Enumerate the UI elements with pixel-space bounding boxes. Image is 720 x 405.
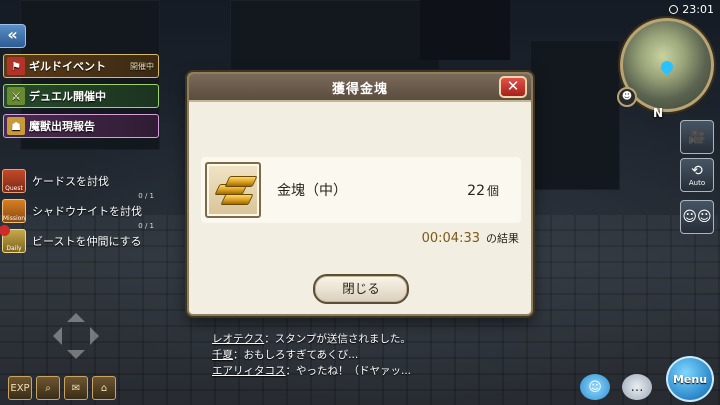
close-button[interactable]: ✕ xyxy=(499,76,527,98)
camera-icon: 🎥 xyxy=(688,129,706,145)
banner-duel[interactable]: ⚔ デュエル開催中 xyxy=(3,84,159,108)
north-indicator: N xyxy=(653,106,664,120)
chat-line: エアリィタコス：やったね！（ドヤァッ... xyxy=(212,363,411,378)
elapsed-time-line: 00:04:33 の結果 xyxy=(422,230,519,246)
menu-label: Menu xyxy=(672,372,708,386)
chat-line: 千夏：おもしろすぎてあくび... xyxy=(212,347,358,362)
chat-name[interactable]: 千夏 xyxy=(212,349,233,361)
banner-tag: 開催中 xyxy=(130,61,154,71)
search-icon: ⌕ xyxy=(45,382,51,394)
daily-icon: Daily xyxy=(0,225,26,253)
quest-label: ケードスを討伐 xyxy=(32,175,109,188)
daily-item[interactable]: Daily ビーストを仲間にする xyxy=(0,225,160,254)
gold-bars-icon xyxy=(205,162,261,218)
guild-event-icon: ⚑ xyxy=(7,57,25,75)
banner-label: デュエル開催中 xyxy=(29,90,106,103)
gold-bar xyxy=(224,176,258,187)
exp-button[interactable]: EXP xyxy=(8,376,32,400)
auto-button[interactable]: ⟲ Auto xyxy=(680,158,714,192)
item-name: 金塊（中） xyxy=(277,183,347,199)
virtual-joystick[interactable] xyxy=(48,308,104,364)
friends-button[interactable]: ☺ xyxy=(580,374,610,400)
arrow-left-icon xyxy=(44,327,62,345)
chat-name[interactable]: エアリィタコス xyxy=(212,365,286,377)
party-button[interactable]: ☺☺ xyxy=(680,200,714,234)
banner-label: 魔獣出現報告 xyxy=(29,120,95,133)
arrow-down-icon xyxy=(67,350,85,368)
camera-button[interactable]: 🎥 xyxy=(680,120,714,154)
chat-message: ：おもしろすぎてあくび... xyxy=(233,349,359,361)
beast-report-icon: ☗ xyxy=(7,117,25,135)
result-suffix: の結果 xyxy=(486,232,519,245)
banner-label: ギルドイベント xyxy=(29,60,106,73)
close-icon: ✕ xyxy=(506,77,520,95)
elapsed-time: 00:04:33 xyxy=(421,231,480,246)
reward-dialog: 獲得金塊 ✕ 金塊（中） 22 個 00:04:33 の結果 閉じる xyxy=(187,72,533,316)
quest-icon: Quest xyxy=(2,169,26,193)
notification-badge xyxy=(0,225,10,236)
chat-message: ：やったね！（ドヤァッ... xyxy=(285,365,412,377)
scroll-icon: ✉ xyxy=(71,382,81,394)
chat-button[interactable]: … xyxy=(622,374,652,400)
clock: 23:01 xyxy=(669,3,714,16)
mission-icon: Mission xyxy=(2,199,26,223)
castle-button[interactable]: ⌂ xyxy=(92,376,116,400)
quantity-value: 22 xyxy=(467,182,485,199)
banner-guild-event[interactable]: ⚑ ギルドイベント 開催中 xyxy=(3,54,159,78)
item-quantity: 22 個 xyxy=(467,182,499,199)
dialog-header: 獲得金塊 xyxy=(189,74,531,102)
scroll-button[interactable]: ✉ xyxy=(64,376,88,400)
double-chevron-left-icon: « xyxy=(7,25,18,44)
auto-label: Auto xyxy=(688,179,706,187)
arrow-right-icon xyxy=(90,327,108,345)
close-dialog-button[interactable]: 閉じる xyxy=(313,274,409,304)
quest-item[interactable]: Quest ケードスを討伐 0 / 1 xyxy=(2,168,160,200)
clock-icon xyxy=(669,5,679,14)
gold-bar xyxy=(220,194,254,205)
arrow-up-icon xyxy=(67,304,85,322)
quantity-unit: 個 xyxy=(486,183,499,198)
banner-beast-report[interactable]: ☗ 魔獣出現報告 xyxy=(3,114,159,138)
duel-icon: ⚔ xyxy=(7,87,25,105)
chat-line: レオテクス：スタンプが送信されました。 xyxy=(212,331,411,346)
reward-row: 金塊（中） 22 個 xyxy=(201,157,521,223)
auto-icon: ⟲ xyxy=(691,163,703,179)
friends-icon: ☺ xyxy=(588,379,602,395)
clock-time: 23:01 xyxy=(682,3,714,16)
emote-button[interactable]: ☻ xyxy=(617,87,637,107)
player-marker-icon xyxy=(658,58,676,76)
dialog-title: 獲得金塊 xyxy=(331,81,388,97)
castle-icon: ⌂ xyxy=(100,382,108,394)
chat-name[interactable]: レオテクス xyxy=(212,333,264,345)
back-button[interactable]: « xyxy=(0,24,26,48)
daily-label: ビーストを仲間にする xyxy=(32,235,142,248)
chat-message: ：スタンプが送信されました。 xyxy=(264,333,411,345)
chat-bubble-icon: … xyxy=(630,379,644,395)
face-icon: ☻ xyxy=(621,91,633,102)
search-button[interactable]: ⌕ xyxy=(36,376,60,400)
exp-icon: EXP xyxy=(10,382,30,394)
party-icon: ☺☺ xyxy=(682,209,712,225)
mission-item[interactable]: Mission シャドウナイトを討伐 0 / 1 xyxy=(2,198,160,230)
menu-button[interactable]: Menu xyxy=(666,356,714,402)
mission-label: シャドウナイトを討伐 xyxy=(32,205,142,218)
